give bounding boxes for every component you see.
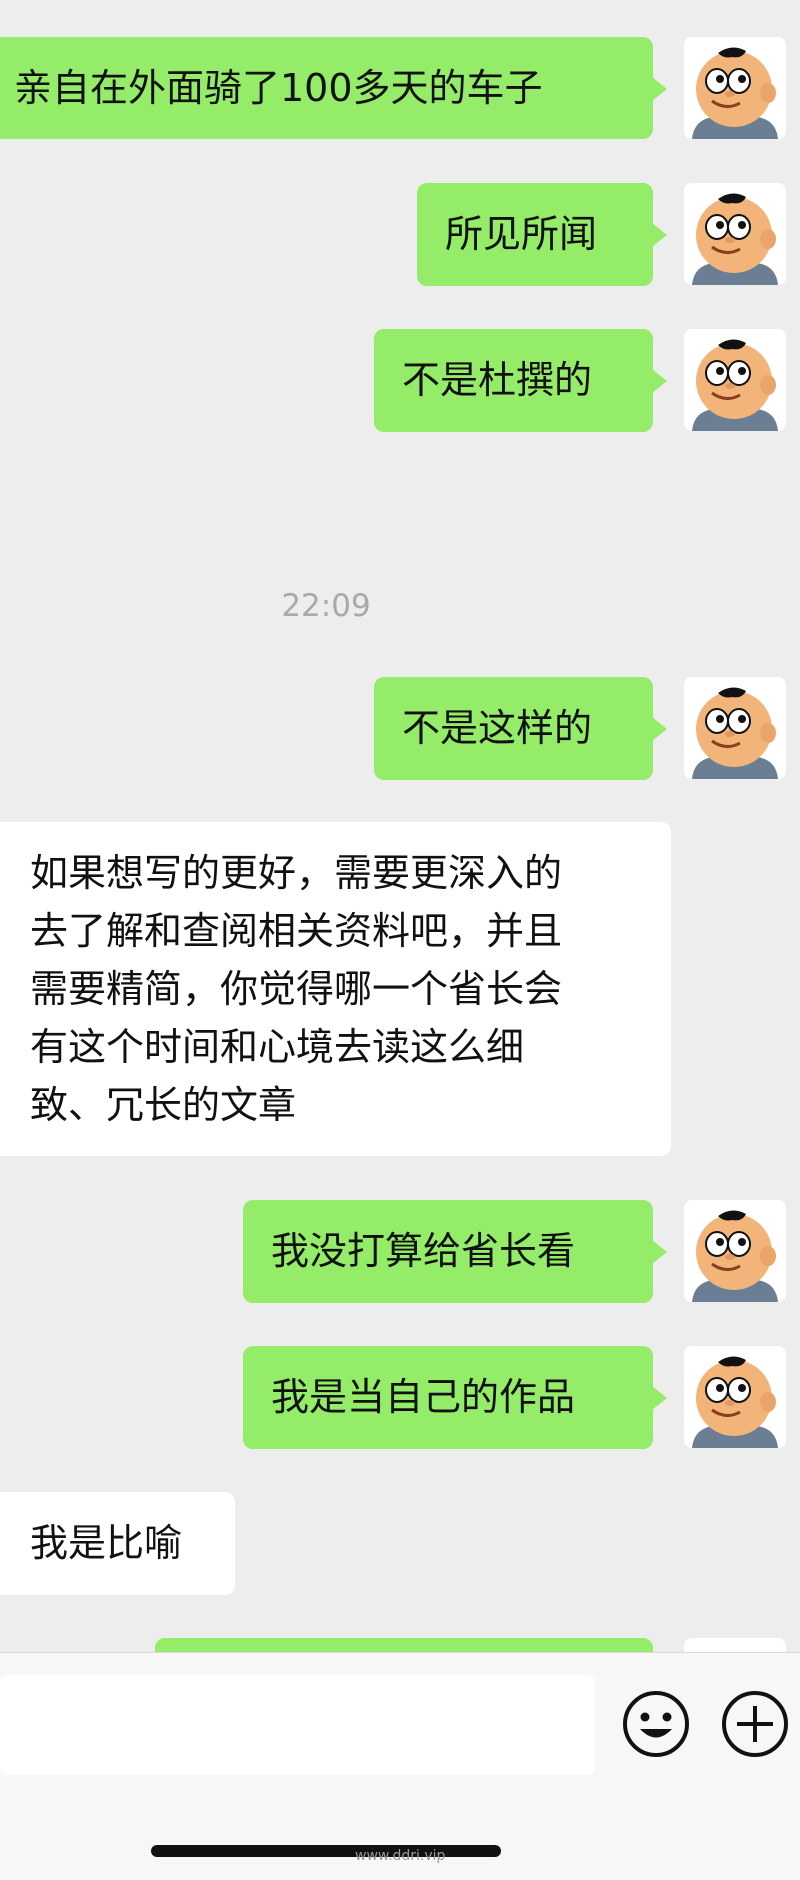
plus-icon [722,1691,788,1757]
message-input[interactable] [0,1675,595,1775]
timestamp: 22:09 [281,588,371,624]
message-text: 我没打算给省长看 [271,1229,576,1273]
message-bubble[interactable]: 不是杜撰的 [374,329,667,432]
smiley-icon [623,1691,689,1757]
avatar[interactable] [684,677,786,779]
home-indicator[interactable] [151,1845,501,1857]
message-line: 有这个时间和心境去读这么细 [30,1025,525,1069]
cartoon-boy-avatar-icon [684,677,786,779]
plus-button[interactable] [719,1688,791,1760]
message-bubble[interactable]: 不是这样的 [374,677,667,780]
avatar[interactable] [684,183,786,285]
message-text: 我是比喻 [30,1521,183,1565]
message-bubble[interactable]: 我是比喻 [0,1492,235,1595]
message-bubble[interactable]: 如果想写的更好，需要更深入的 去了解和查阅相关资料吧，并且 需要精简，你觉得哪一… [0,822,671,1156]
cartoon-boy-avatar-icon [684,183,786,285]
message-line: 如果想写的更好，需要更深入的 [30,851,563,895]
watermark: www.ddri.vip [355,1848,446,1864]
message-text: 所见所闻 [445,212,598,256]
message-bubble[interactable]: 我是当自己的作品 [243,1346,667,1449]
avatar[interactable] [684,37,786,139]
message-text: 如果想写的更好，需要更深入的 去了解和查阅相关资料吧，并且 需要精简，你觉得哪一… [30,844,671,1134]
cartoon-boy-avatar-icon [684,1346,786,1448]
cartoon-boy-avatar-icon [684,1200,786,1302]
emoji-button[interactable] [620,1688,692,1760]
message-bubble[interactable]: 所见所闻 [417,183,667,286]
avatar-partial[interactable] [684,1638,786,1652]
cartoon-boy-avatar-icon [684,329,786,431]
avatar[interactable] [684,1346,786,1448]
message-line: 致、冗长的文章 [30,1083,297,1127]
message-text: 我是当自己的作品 [271,1375,576,1419]
message-text: 亲自在外面骑了100多天的车子 [14,66,543,110]
message-bubble[interactable]: 我没打算给省长看 [243,1200,667,1303]
message-text: 不是杜撰的 [402,358,593,402]
message-text: 不是这样的 [402,706,593,750]
message-line: 需要精简，你觉得哪一个省长会 [30,967,563,1011]
avatar[interactable] [684,1200,786,1302]
message-bubble[interactable]: 亲自在外面骑了100多天的车子 [0,37,667,139]
message-line: 去了解和查阅相关资料吧，并且 [30,909,563,953]
avatar[interactable] [684,329,786,431]
cartoon-boy-avatar-icon [684,37,786,139]
